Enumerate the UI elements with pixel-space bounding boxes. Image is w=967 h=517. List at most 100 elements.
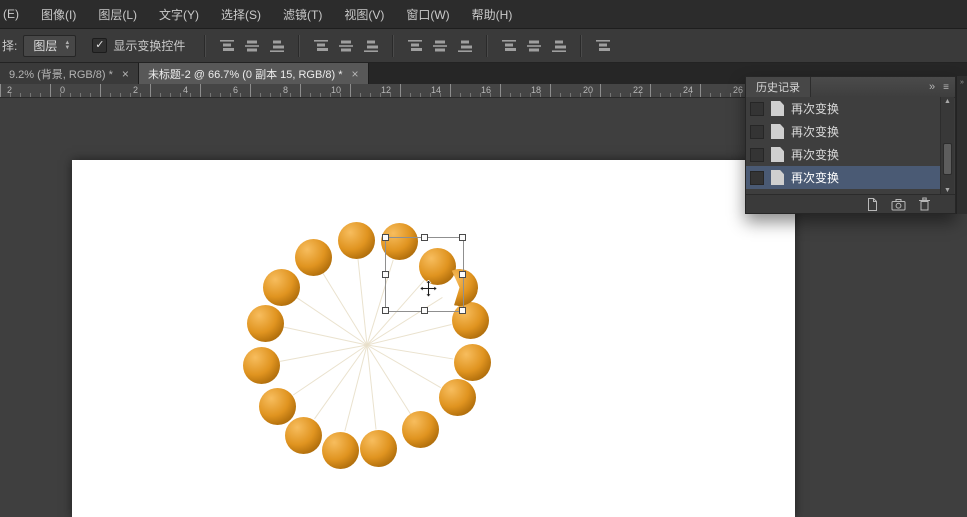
- checkmark-icon: ✓: [95, 40, 104, 51]
- orange-sphere[interactable]: [402, 411, 439, 448]
- show-transform-controls-option[interactable]: ✓ 显示变换控件: [92, 37, 185, 54]
- distribute-bottom-edges-icon[interactable]: [452, 35, 477, 57]
- move-cursor-icon: [420, 280, 437, 302]
- align-top-edges-icon[interactable]: [214, 35, 239, 57]
- menu-item-6[interactable]: 视图(V): [333, 0, 395, 28]
- orange-sphere[interactable]: [259, 388, 296, 425]
- transform-handle[interactable]: [459, 307, 466, 314]
- scroll-up-icon[interactable]: ▲: [941, 98, 954, 105]
- distribute-left-edges-icon[interactable]: [496, 35, 521, 57]
- align-right-edges-icon[interactable]: [358, 35, 383, 57]
- menu-item-1[interactable]: 图像(I): [30, 0, 87, 28]
- history-brush-checkbox[interactable]: [750, 148, 764, 162]
- orange-sphere[interactable]: [322, 432, 359, 469]
- align-bottom-edges-icon[interactable]: [264, 35, 289, 57]
- transform-handle[interactable]: [382, 234, 389, 241]
- orange-sphere[interactable]: [247, 305, 284, 342]
- menu-item-8[interactable]: 帮助(H): [461, 0, 524, 28]
- history-state-row[interactable]: 再次变换: [746, 120, 940, 143]
- alignment-icon-group: [195, 35, 615, 57]
- history-panel-tab[interactable]: 历史记录: [746, 77, 811, 97]
- scrollbar-thumb[interactable]: [943, 143, 952, 175]
- ruler-label: 16: [481, 85, 491, 95]
- dropdown-down-icon: ▼: [64, 46, 70, 51]
- ruler-label: 26: [733, 85, 743, 95]
- history-brush-checkbox[interactable]: [750, 102, 764, 116]
- menu-item-0[interactable]: (E): [0, 0, 30, 28]
- scroll-down-icon[interactable]: ▼: [941, 187, 954, 194]
- transform-handle[interactable]: [459, 271, 466, 278]
- history-list: 再次变换再次变换再次变换再次变换: [746, 97, 940, 195]
- dropdown-arrows-icon[interactable]: ▲ ▼: [64, 41, 70, 51]
- new-document-from-state-icon[interactable]: [865, 197, 879, 212]
- history-panel-footer: [746, 194, 955, 213]
- orange-sphere[interactable]: [295, 239, 332, 276]
- history-state-label: 再次变换: [791, 146, 839, 163]
- orange-sphere[interactable]: [243, 347, 280, 384]
- menu-item-7[interactable]: 窗口(W): [395, 0, 460, 28]
- auto-select-value: 图层: [33, 37, 57, 54]
- orange-sphere[interactable]: [454, 344, 491, 381]
- collapse-panel-icon[interactable]: »: [929, 81, 935, 93]
- align-horizontal-centers-icon[interactable]: [333, 35, 358, 57]
- auto-select-dropdown[interactable]: 图层 ▲ ▼: [23, 35, 76, 57]
- orange-sphere[interactable]: [285, 417, 322, 454]
- document-canvas[interactable]: [72, 160, 795, 517]
- menu-item-5[interactable]: 滤镜(T): [272, 0, 333, 28]
- tab-label: 未标题-2 @ 66.7% (0 副本 15, RGB/8) *: [148, 66, 343, 82]
- document-tab-1[interactable]: 未标题-2 @ 66.7% (0 副本 15, RGB/8) * ×: [139, 63, 369, 84]
- history-scrollbar[interactable]: ▲ ▼: [940, 97, 954, 195]
- menu-bar: (E)图像(I)图层(L)文字(Y)选择(S)滤镜(T)视图(V)窗口(W)帮助…: [0, 0, 967, 29]
- ruler-label: 4: [183, 85, 188, 95]
- history-state-label: 再次变换: [791, 169, 839, 186]
- menu-item-2[interactable]: 图层(L): [87, 0, 148, 28]
- transform-handle[interactable]: [421, 234, 428, 241]
- transform-handle[interactable]: [382, 307, 389, 314]
- menu-item-3[interactable]: 文字(Y): [148, 0, 210, 28]
- history-panel-header: 历史记录 » ≡: [746, 77, 955, 98]
- history-brush-checkbox[interactable]: [750, 171, 764, 185]
- transform-handle[interactable]: [382, 271, 389, 278]
- history-state-icon: [771, 170, 784, 185]
- ruler-label: 10: [331, 85, 341, 95]
- history-state-icon: [771, 124, 784, 139]
- show-transform-label: 显示变换控件: [113, 37, 185, 54]
- orange-sphere[interactable]: [439, 379, 476, 416]
- show-transform-checkbox[interactable]: ✓: [92, 38, 107, 53]
- auto-align-layers-icon[interactable]: [590, 35, 615, 57]
- history-brush-checkbox[interactable]: [750, 125, 764, 139]
- align-left-edges-icon[interactable]: [308, 35, 333, 57]
- tab-close-icon[interactable]: ×: [122, 67, 129, 81]
- ruler-label: 22: [633, 85, 643, 95]
- distribute-vertical-centers-icon[interactable]: [427, 35, 452, 57]
- panel-menu-icon[interactable]: ≡: [943, 82, 949, 93]
- transform-handle[interactable]: [459, 234, 466, 241]
- orange-sphere[interactable]: [360, 430, 397, 467]
- history-state-row[interactable]: 再次变换: [746, 143, 940, 166]
- history-state-label: 再次变换: [791, 123, 839, 140]
- align-vertical-centers-icon[interactable]: [239, 35, 264, 57]
- document-tab-0[interactable]: 9.2% (背景, RGB/8) *×: [0, 63, 139, 84]
- ruler-label: 14: [431, 85, 441, 95]
- orange-sphere[interactable]: [263, 269, 300, 306]
- history-state-label: 再次变换: [791, 100, 839, 117]
- ruler-label: 2: [7, 85, 12, 95]
- distribute-horizontal-centers-icon[interactable]: [521, 35, 546, 57]
- new-snapshot-icon[interactable]: [891, 198, 906, 211]
- ruler-label: 24: [683, 85, 693, 95]
- ruler-label: 2: [133, 85, 138, 95]
- options-bar: 择: 图层 ▲ ▼ ✓ 显示变换控件: [0, 29, 967, 63]
- dock-collapse-icon[interactable]: »: [960, 79, 964, 86]
- panel-dock-strip[interactable]: »: [956, 76, 967, 214]
- distribute-top-edges-icon[interactable]: [402, 35, 427, 57]
- tab-close-icon[interactable]: ×: [352, 67, 359, 81]
- orange-sphere[interactable]: [338, 222, 375, 259]
- ruler-label: 0: [60, 85, 65, 95]
- transform-handle[interactable]: [421, 307, 428, 314]
- history-state-row[interactable]: 再次变换: [746, 97, 940, 120]
- menu-item-4[interactable]: 选择(S): [210, 0, 272, 28]
- distribute-right-edges-icon[interactable]: [546, 35, 571, 57]
- delete-state-icon[interactable]: [918, 197, 931, 211]
- history-state-icon: [771, 147, 784, 162]
- history-state-row[interactable]: 再次变换: [746, 166, 940, 189]
